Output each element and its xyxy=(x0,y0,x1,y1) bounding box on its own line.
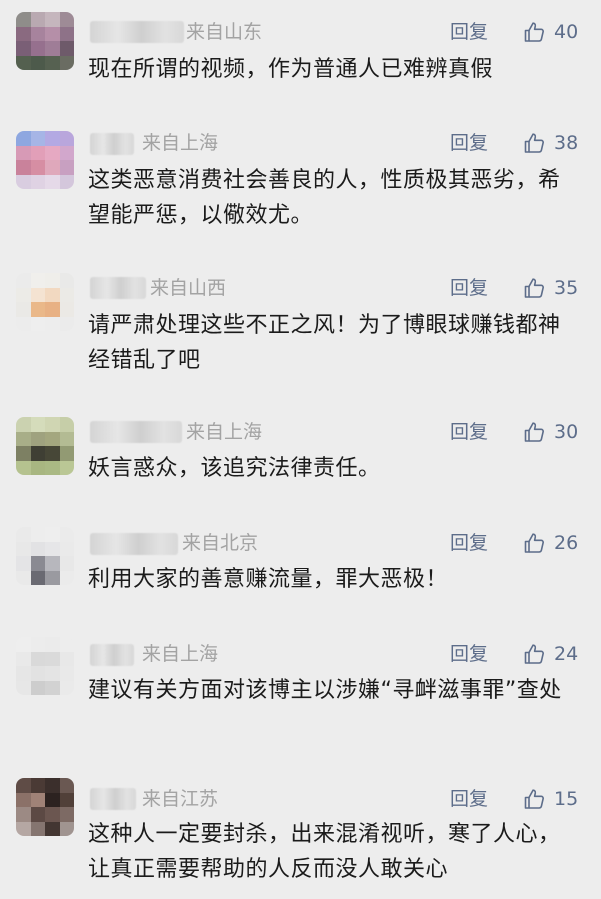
avatar[interactable] xyxy=(16,637,74,695)
location-label: 来自江苏 xyxy=(142,788,219,810)
thumbs-up-icon xyxy=(524,133,544,153)
comment-text: 妖言惑众，该追究法律责任。 xyxy=(88,456,381,481)
username-blurred[interactable] xyxy=(90,421,182,443)
thumbs-up-icon xyxy=(524,644,544,664)
thumbs-up-icon xyxy=(524,422,544,442)
username-blurred[interactable] xyxy=(90,644,134,666)
comment-text: 建议有关方面对该博主以涉嫌“寻衅滋事罪”查处 xyxy=(88,678,562,703)
thumbs-up-icon xyxy=(524,533,544,553)
like-count: 35 xyxy=(554,277,579,299)
comment-text: 这类恶意消费社会善良的人，性质极其恶劣，希望能严惩，以儆效尤。 xyxy=(88,168,561,228)
location-label: 来自北京 xyxy=(182,532,259,554)
like-button[interactable]: 24 xyxy=(522,641,578,667)
avatar[interactable] xyxy=(16,131,74,189)
avatar[interactable] xyxy=(16,273,74,331)
username-blurred[interactable] xyxy=(90,21,184,43)
reply-button[interactable]: 回复 xyxy=(450,420,488,444)
username-blurred[interactable] xyxy=(90,788,136,810)
like-count: 40 xyxy=(554,21,579,43)
like-button[interactable]: 40 xyxy=(522,19,578,45)
avatar[interactable] xyxy=(16,778,74,836)
username-blurred[interactable] xyxy=(90,133,134,155)
location-label: 来自上海 xyxy=(186,421,263,443)
thumbs-up-icon xyxy=(524,22,544,42)
reply-button[interactable]: 回复 xyxy=(450,276,488,300)
avatar[interactable] xyxy=(16,417,74,475)
like-count: 24 xyxy=(554,643,579,665)
like-button[interactable]: 26 xyxy=(522,530,578,556)
avatar[interactable] xyxy=(16,12,74,70)
location-label: 来自上海 xyxy=(142,132,219,154)
thumbs-up-icon xyxy=(524,789,544,809)
location-label: 来自山西 xyxy=(150,277,227,299)
username-blurred[interactable] xyxy=(90,277,146,299)
reply-button[interactable]: 回复 xyxy=(450,642,488,666)
like-count: 30 xyxy=(554,421,579,443)
location-label: 来自山东 xyxy=(186,21,263,43)
comment-text: 利用大家的善意赚流量，罪大恶极！ xyxy=(88,567,449,592)
comment-text: 请严肃处理这些不正之风！为了博眼球赚钱都神经错乱了吧 xyxy=(88,313,561,373)
location-label: 来自上海 xyxy=(142,643,219,665)
username-blurred[interactable] xyxy=(90,533,178,555)
like-button[interactable]: 35 xyxy=(522,275,578,301)
like-count: 15 xyxy=(554,788,579,810)
like-button[interactable]: 38 xyxy=(522,130,578,156)
reply-button[interactable]: 回复 xyxy=(450,787,488,811)
reply-button[interactable]: 回复 xyxy=(450,20,488,44)
like-count: 26 xyxy=(554,532,579,554)
comment-text: 这种人一定要封杀，出来混淆视听，寒了人心，让真正需要帮助的人反而没人敢关心 xyxy=(88,822,561,882)
like-count: 38 xyxy=(554,132,579,154)
thumbs-up-icon xyxy=(524,278,544,298)
like-button[interactable]: 30 xyxy=(522,419,578,445)
reply-button[interactable]: 回复 xyxy=(450,131,488,155)
comment-text: 现在所谓的视频，作为普通人已难辨真假 xyxy=(88,57,494,82)
avatar[interactable] xyxy=(16,527,74,585)
like-button[interactable]: 15 xyxy=(522,786,578,812)
reply-button[interactable]: 回复 xyxy=(450,531,488,555)
